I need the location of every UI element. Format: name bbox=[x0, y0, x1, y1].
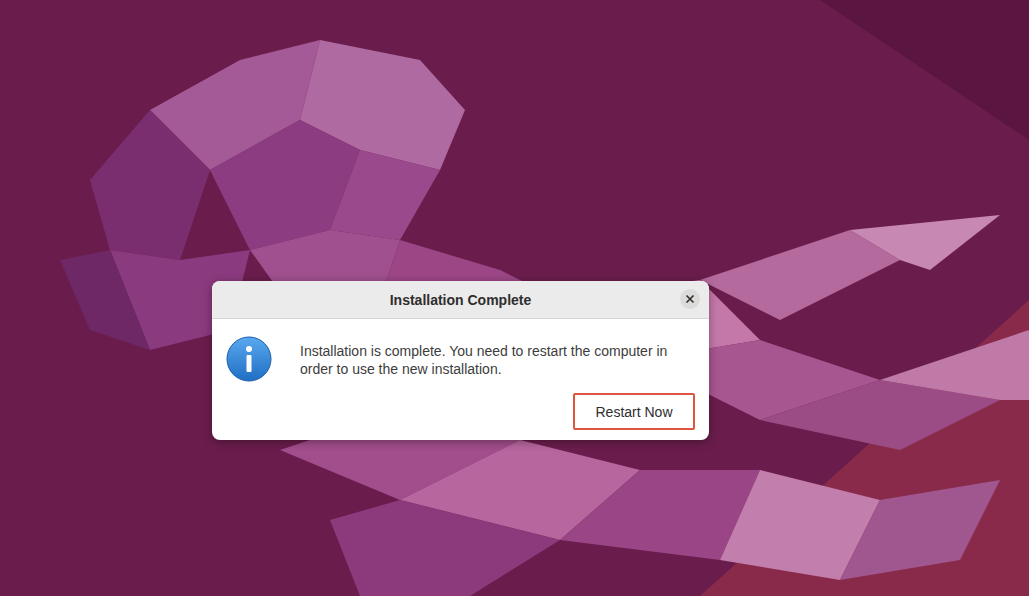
dialog-title: Installation Complete bbox=[390, 292, 532, 308]
dialog-titlebar: Installation Complete bbox=[212, 281, 709, 319]
close-icon[interactable] bbox=[680, 289, 700, 309]
info-icon bbox=[226, 336, 272, 382]
dialog: Installation Complete Installation is com… bbox=[212, 281, 709, 440]
desktop: Installation Complete Installation is com… bbox=[0, 0, 1029, 596]
dialog-body: Installation is complete. You need to re… bbox=[212, 319, 709, 440]
restart-now-button[interactable]: Restart Now bbox=[573, 393, 695, 430]
dialog-message: Installation is complete. You need to re… bbox=[300, 342, 695, 378]
